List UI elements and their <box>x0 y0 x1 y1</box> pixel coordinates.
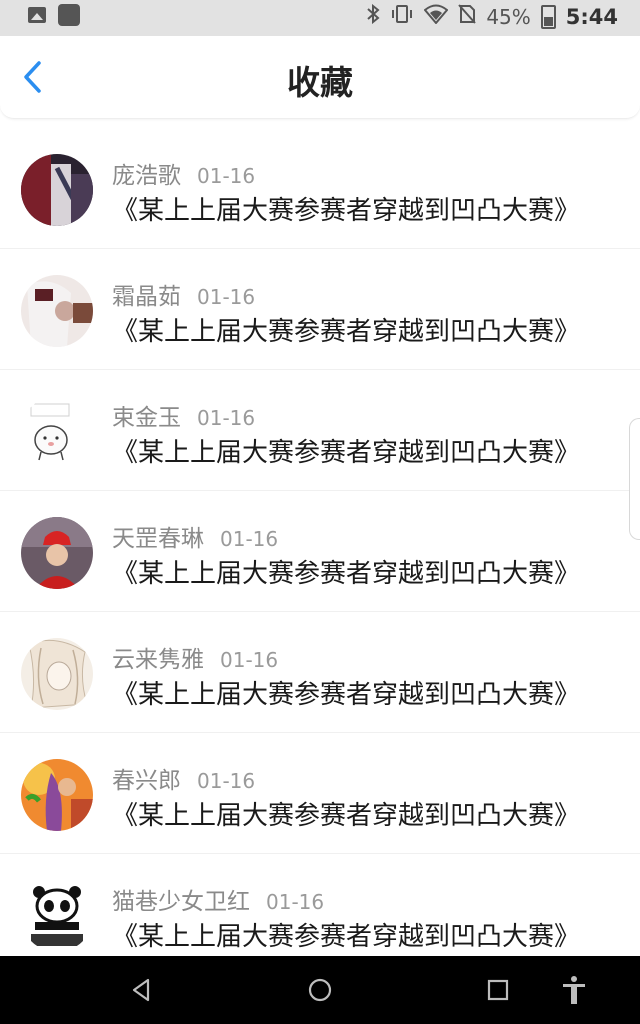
user-name: 春兴郎 <box>112 768 181 794</box>
list-item[interactable]: 春兴郎 01-16 《某上上届大赛参赛者穿越到凹凸大赛》 <box>0 733 640 854</box>
user-name: 束金玉 <box>112 405 181 431</box>
message-text: 《某上上届大赛参赛者穿越到凹凸大赛》 <box>112 196 581 226</box>
avatar[interactable] <box>21 759 93 831</box>
image-icon <box>28 7 46 23</box>
app-icon <box>58 4 80 26</box>
vibrate-icon <box>390 4 414 29</box>
user-name: 霜晶茹 <box>112 284 181 310</box>
avatar[interactable] <box>21 154 93 226</box>
date: 01-16 <box>197 164 256 188</box>
list-item[interactable]: 束金玉 01-16 《某上上届大赛参赛者穿越到凹凸大赛》 <box>0 370 640 491</box>
message-text: 《某上上届大赛参赛者穿越到凹凸大赛》 <box>112 317 581 347</box>
clock-time: 5:44 <box>565 4 618 29</box>
date: 01-16 <box>197 769 256 793</box>
wifi-icon <box>423 4 449 29</box>
avatar[interactable] <box>21 275 93 347</box>
message-text: 《某上上届大赛参赛者穿越到凹凸大赛》 <box>112 801 581 831</box>
favorites-list: 庞浩歌 01-16 《某上上届大赛参赛者穿越到凹凸大赛》 霜晶茹 01-16 《… <box>0 128 640 975</box>
bluetooth-icon <box>366 3 380 29</box>
message-text: 《某上上届大赛参赛者穿越到凹凸大赛》 <box>112 680 581 710</box>
battery-icon <box>540 4 556 29</box>
list-item[interactable]: 庞浩歌 01-16 《某上上届大赛参赛者穿越到凹凸大赛》 <box>0 128 640 249</box>
status-bar: 45% 5:44 <box>0 0 640 36</box>
accessibility-icon[interactable] <box>558 974 590 1006</box>
avatar[interactable] <box>21 638 93 710</box>
app-header: 收藏 <box>0 36 640 119</box>
message-text: 《某上上届大赛参赛者穿越到凹凸大赛》 <box>112 922 581 952</box>
list-item[interactable]: 天罡春琳 01-16 《某上上届大赛参赛者穿越到凹凸大赛》 <box>0 491 640 612</box>
page-title: 收藏 <box>287 63 353 102</box>
user-name: 庞浩歌 <box>112 163 181 189</box>
avatar[interactable] <box>21 396 93 468</box>
date: 01-16 <box>197 285 256 309</box>
no-sim-icon <box>458 4 477 29</box>
system-nav-bar <box>0 956 640 1024</box>
user-name: 猫巷少女卫红 <box>112 889 250 915</box>
home-circle-icon[interactable] <box>304 974 336 1006</box>
message-text: 《某上上届大赛参赛者穿越到凹凸大赛》 <box>112 438 581 468</box>
date: 01-16 <box>266 890 325 914</box>
date: 01-16 <box>220 648 279 672</box>
date: 01-16 <box>197 406 256 430</box>
user-name: 天罡春琳 <box>112 526 204 552</box>
message-text: 《某上上届大赛参赛者穿越到凹凸大赛》 <box>112 559 581 589</box>
list-item[interactable]: 霜晶茹 01-16 《某上上届大赛参赛者穿越到凹凸大赛》 <box>0 249 640 370</box>
date: 01-16 <box>220 527 279 551</box>
recents-square-icon[interactable] <box>482 974 514 1006</box>
edge-scroll-handle[interactable] <box>629 418 640 540</box>
list-item[interactable]: 云来隽雅 01-16 《某上上届大赛参赛者穿越到凹凸大赛》 <box>0 612 640 733</box>
battery-percentage: 45% <box>486 4 531 29</box>
back-triangle-icon[interactable] <box>126 974 158 1006</box>
avatar[interactable] <box>21 517 93 589</box>
avatar[interactable] <box>21 880 93 952</box>
user-name: 云来隽雅 <box>112 647 204 673</box>
